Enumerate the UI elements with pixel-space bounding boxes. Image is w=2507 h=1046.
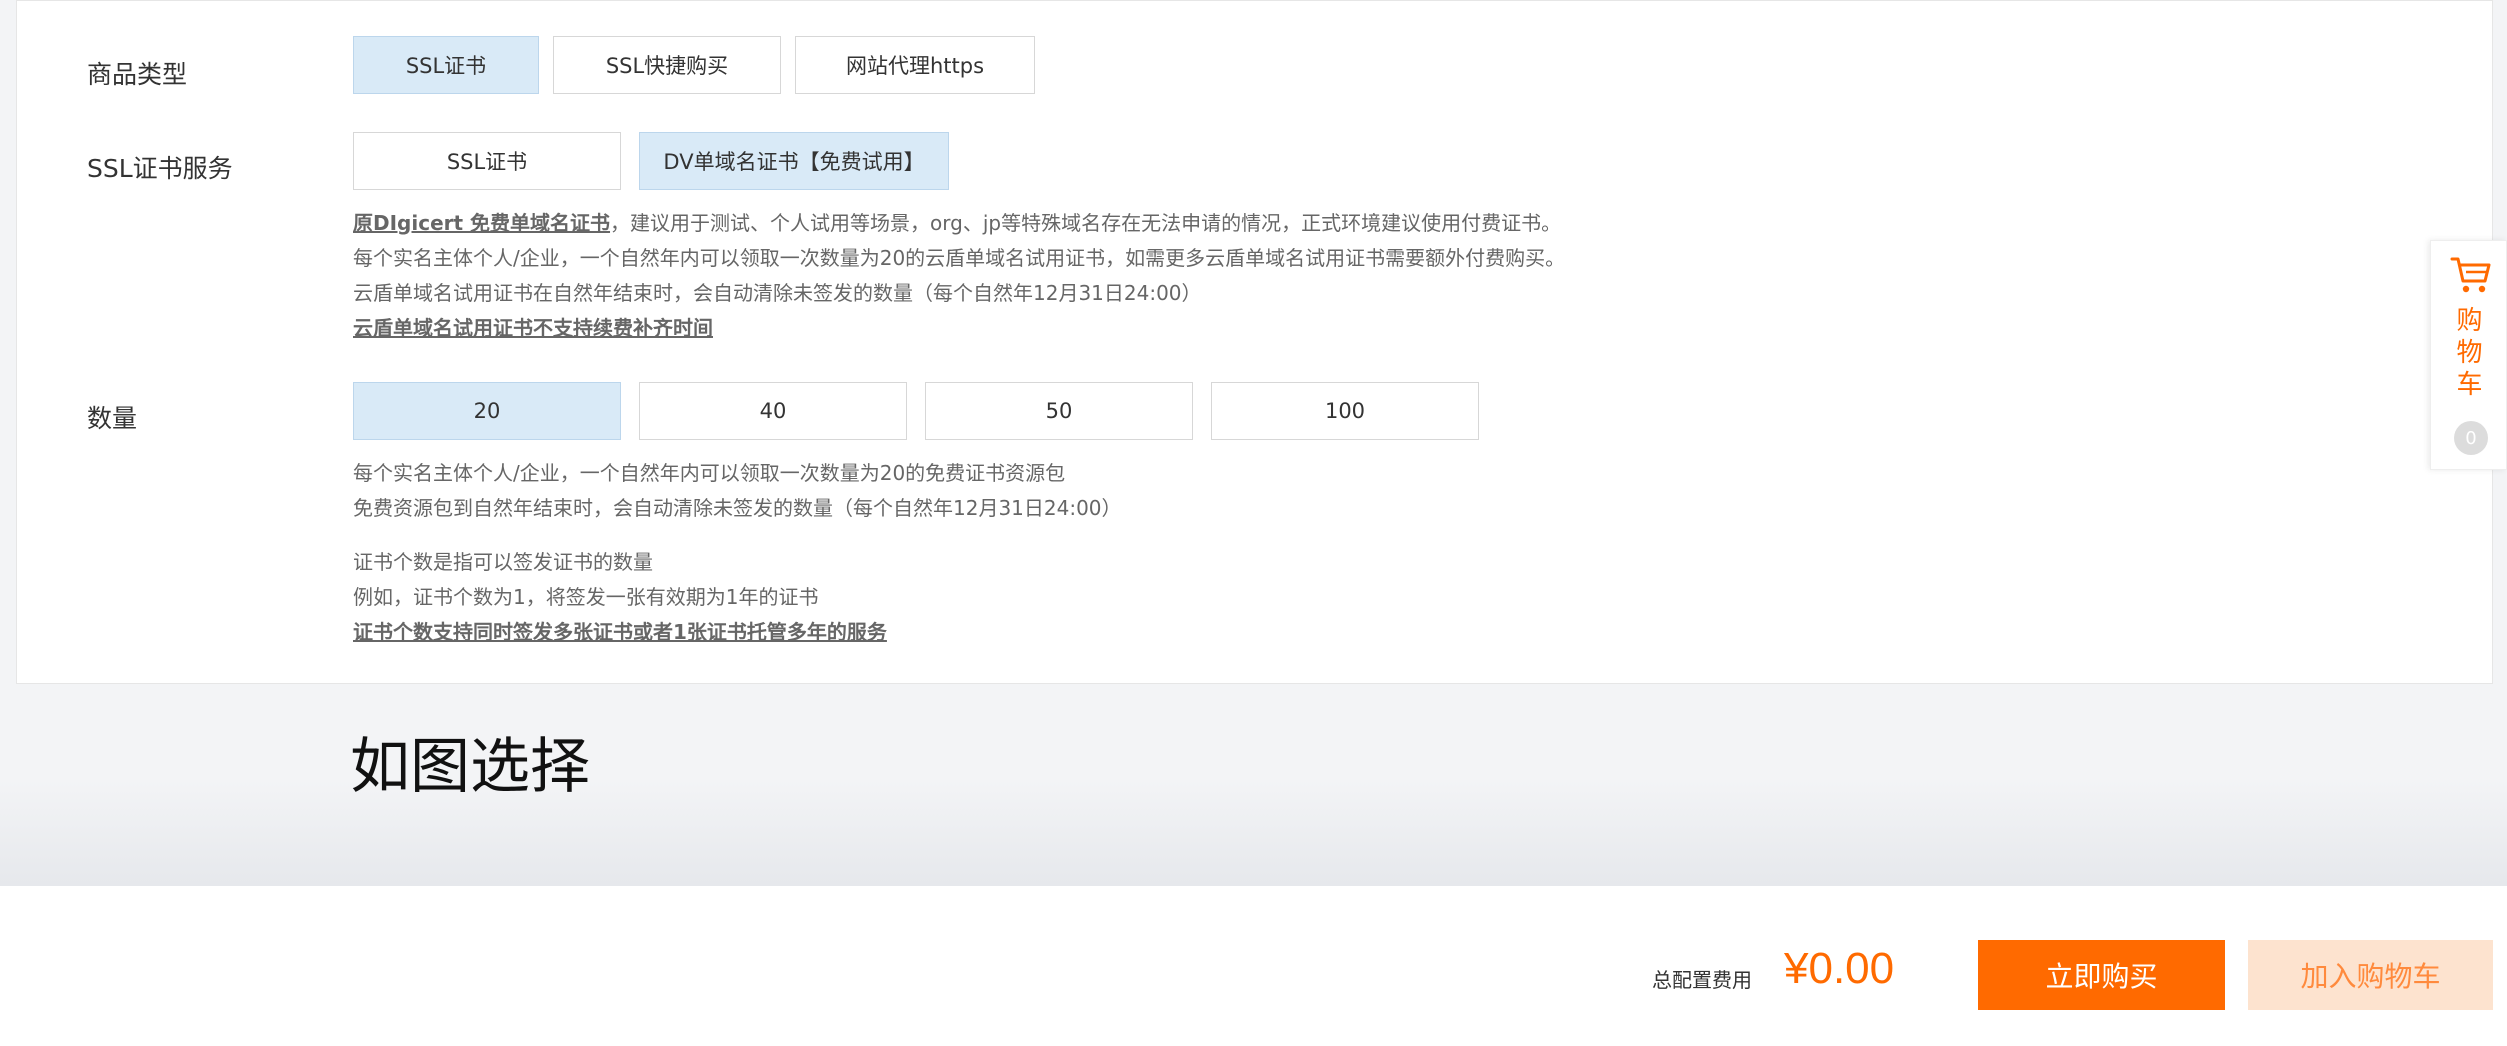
ssl-service-desc-line1: ，建议用于测试、个人试用等场景，org、jp等特殊域名存在无法申请的情况，正式环… (610, 211, 1562, 235)
quantity-desc-line5: 证书个数支持同时签发多张证书或者1张证书托管多年的服务 (353, 620, 887, 644)
quantity-count-description: 证书个数是指可以签发证书的数量 例如，证书个数为1，将签发一张有效期为1年的证书… (353, 545, 887, 650)
product-type-option-quick-buy[interactable]: SSL快捷购买 (553, 36, 781, 94)
quantity-desc-line3: 证书个数是指可以签发证书的数量 (353, 550, 653, 574)
add-to-cart-button[interactable]: 加入购物车 (2248, 940, 2493, 1010)
cart-label: 购物车 (2431, 305, 2507, 401)
ssl-service-option-dv-free[interactable]: DV单域名证书【免费试用】 (639, 132, 949, 190)
quantity-option-20[interactable]: 20 (353, 382, 621, 440)
annotation-text: 如图选择 (350, 732, 590, 802)
ssl-service-option-ssl[interactable]: SSL证书 (353, 132, 621, 190)
quantity-option-50[interactable]: 50 (925, 382, 1193, 440)
quantity-desc-line1: 每个实名主体个人/企业，一个自然年内可以领取一次数量为20的免费证书资源包 (353, 461, 1066, 485)
quantity-option-40[interactable]: 40 (639, 382, 907, 440)
product-type-option-proxy-https[interactable]: 网站代理https (795, 36, 1035, 94)
shopping-cart-icon (2450, 257, 2491, 293)
ssl-service-label: SSL证书服务 (87, 154, 233, 183)
ssl-service-description: 原DIgicert 免费单域名证书，建议用于测试、个人试用等场景，org、jp等… (353, 206, 1565, 346)
quantity-description: 每个实名主体个人/企业，一个自然年内可以领取一次数量为20的免费证书资源包 免费… (353, 456, 1122, 526)
total-cost-value: ¥0.00 (1784, 944, 1895, 993)
config-panel: 商品类型 SSL证书 SSL快捷购买 网站代理https SSL证书服务 SSL… (16, 0, 2493, 684)
product-type-option-ssl[interactable]: SSL证书 (353, 36, 539, 94)
total-cost-label: 总配置费用 (1652, 968, 1752, 992)
ssl-service-desc-line2: 每个实名主体个人/企业，一个自然年内可以领取一次数量为20的云盾单域名试用证书，… (353, 246, 1566, 270)
quantity-desc-line4: 例如，证书个数为1，将签发一张有效期为1年的证书 (353, 585, 819, 609)
ssl-service-desc-line3: 云盾单域名试用证书在自然年结束时，会自动清除未签发的数量（每个自然年12月31日… (353, 281, 1202, 305)
ssl-service-desc-bold: 原DIgicert 免费单域名证书 (353, 211, 611, 235)
quantity-option-100[interactable]: 100 (1211, 382, 1479, 440)
cart-tab[interactable]: 购物车 0 (2430, 240, 2507, 470)
quantity-desc-line2: 免费资源包到自然年结束时，会自动清除未签发的数量（每个自然年12月31日24:0… (353, 496, 1122, 520)
footer-bar: 总配置费用 ¥0.00 立即购买 加入购物车 (0, 886, 2507, 1046)
product-type-label: 商品类型 (87, 60, 188, 89)
cart-label-text: 购物车 (2456, 306, 2483, 400)
cart-count-badge: 0 (2454, 421, 2488, 455)
buy-now-button[interactable]: 立即购买 (1978, 940, 2225, 1010)
quantity-label: 数量 (87, 404, 138, 433)
ssl-service-desc-line4: 云盾单域名试用证书不支持续费补齐时间 (353, 316, 713, 340)
